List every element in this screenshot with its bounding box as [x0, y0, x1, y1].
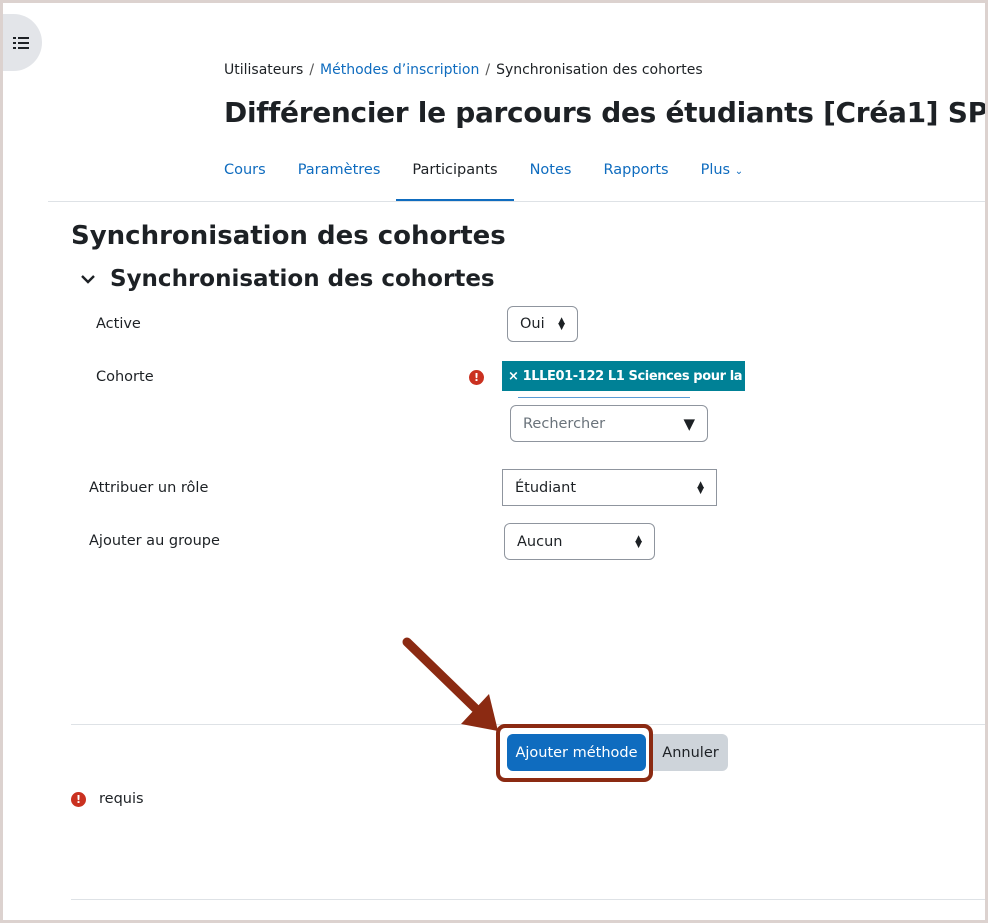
tab-plus[interactable]: Plus ⌄ — [685, 150, 760, 202]
page-heading: Synchronisation des cohortes — [71, 221, 506, 251]
tab-notes[interactable]: Notes — [514, 150, 588, 202]
group-label: Ajouter au groupe — [89, 533, 220, 549]
active-value: Oui — [520, 316, 545, 332]
sort-icon: ▲ ▼ — [697, 479, 704, 496]
section-toggle[interactable]: Synchronisation des cohortes — [80, 266, 495, 292]
sort-icon: ▲ ▼ — [635, 533, 642, 550]
role-value: Étudiant — [515, 479, 577, 496]
chevron-down-icon: ⌄ — [734, 166, 744, 177]
add-method-button[interactable]: Ajouter méthode — [507, 734, 646, 771]
tab-rapports[interactable]: Rapports — [587, 150, 684, 202]
section-heading: Synchronisation des cohortes — [110, 266, 495, 292]
breadcrumb-item: Utilisateurs — [224, 62, 304, 78]
required-note: requis — [99, 791, 144, 807]
course-title: Différencier le parcours des étudiants [… — [224, 96, 988, 129]
search-placeholder: Rechercher — [523, 415, 606, 432]
active-label: Active — [96, 316, 141, 332]
breadcrumb-current: Synchronisation des cohortes — [496, 62, 703, 78]
active-select[interactable]: Oui ▲ ▼ — [507, 306, 578, 342]
cohort-search-input[interactable]: Rechercher ▼ — [510, 405, 708, 442]
group-select[interactable]: Aucun ▲ ▼ — [504, 523, 655, 560]
role-select[interactable]: Étudiant ▲ ▼ — [502, 469, 717, 506]
chevron-down-icon — [81, 275, 95, 284]
tab-cours[interactable]: Cours — [208, 150, 282, 202]
caret-down-icon: ▼ — [683, 414, 695, 433]
cancel-button[interactable]: Annuler — [653, 734, 728, 771]
course-nav: Cours Paramètres Participants Notes Rapp… — [208, 150, 759, 202]
tab-plus-label: Plus — [700, 162, 731, 178]
tab-parametres[interactable]: Paramètres — [282, 150, 397, 202]
tag-underline — [518, 397, 690, 398]
annotation-arrow-icon — [402, 637, 498, 731]
breadcrumb: Utilisateurs / Méthodes d’inscription / Sync… — [224, 62, 703, 78]
screenshot-frame — [0, 0, 988, 923]
breadcrumb-link[interactable]: Méthodes d’inscription — [320, 62, 479, 78]
role-label: Attribuer un rôle — [89, 480, 209, 496]
cohort-label: Cohorte — [96, 369, 154, 385]
sort-icon: ▲ ▼ — [558, 316, 565, 332]
required-icon: ! — [71, 792, 86, 807]
cohort-selected-tag[interactable]: × 1LLE01-122 L1 Sciences pour la santé — [502, 361, 785, 391]
tab-participants[interactable]: Participants — [396, 150, 514, 202]
required-icon: ! — [469, 370, 484, 385]
group-value: Aucun — [517, 533, 563, 550]
list-icon — [13, 36, 29, 49]
footer-divider — [71, 899, 988, 900]
course-index-toggle[interactable] — [0, 14, 42, 71]
header-divider — [48, 201, 988, 202]
